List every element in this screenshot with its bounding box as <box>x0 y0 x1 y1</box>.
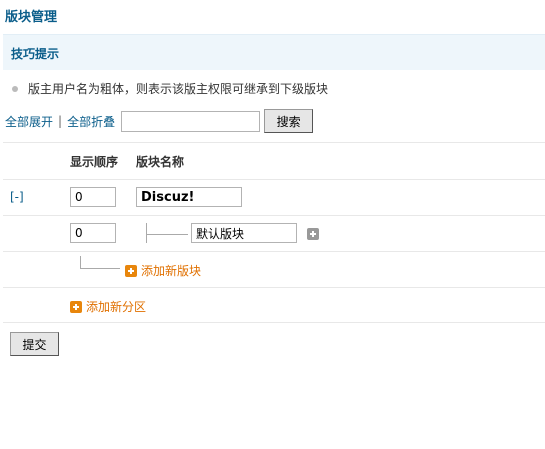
add-category-link[interactable]: 添加新分区 <box>70 298 146 315</box>
expand-all-link[interactable]: 全部展开 <box>5 113 53 130</box>
plus-icon <box>70 300 82 313</box>
toolbar-separator: | <box>58 114 63 128</box>
tree-line <box>80 268 120 269</box>
column-header-order: 显示顺序 <box>70 155 119 169</box>
plus-icon <box>125 264 137 277</box>
tips-box: 技巧提示 <box>3 34 545 70</box>
submit-button[interactable]: 提交 <box>10 332 59 356</box>
add-subforum-icon[interactable] <box>307 228 319 240</box>
add-forum-link[interactable]: 添加新版块 <box>125 262 201 279</box>
divider <box>3 215 545 216</box>
add-forum-label: 添加新版块 <box>141 264 202 278</box>
collapse-all-link[interactable]: 全部折叠 <box>67 113 115 130</box>
tree-line <box>146 223 147 243</box>
forum-order-input[interactable] <box>70 223 116 243</box>
toolbar: 全部展开 | 全部折叠 搜索 <box>5 109 314 133</box>
forum-name-input[interactable] <box>191 223 297 243</box>
divider <box>3 142 545 143</box>
tip-item: 版主用户名为粗体，则表示该版主权限可继承到下级版块 <box>12 80 328 97</box>
divider <box>3 322 545 323</box>
bullet-icon <box>12 85 18 92</box>
search-input[interactable] <box>121 110 261 132</box>
page-title: 版块管理 <box>5 10 58 25</box>
tips-title: 技巧提示 <box>11 47 60 61</box>
add-category-label: 添加新分区 <box>86 300 147 314</box>
divider <box>3 287 545 288</box>
divider <box>3 179 545 180</box>
tip-text: 版主用户名为粗体，则表示该版主权限可继承到下级版块 <box>28 82 329 96</box>
category-order-input[interactable] <box>70 187 116 207</box>
column-header-name: 版块名称 <box>136 155 185 169</box>
search-button[interactable]: 搜索 <box>264 109 314 133</box>
tree-line <box>146 234 188 235</box>
category-collapse-toggle[interactable]: [-] <box>10 190 24 204</box>
divider <box>3 251 545 252</box>
category-name-input[interactable] <box>136 187 242 207</box>
tree-line <box>80 256 81 268</box>
